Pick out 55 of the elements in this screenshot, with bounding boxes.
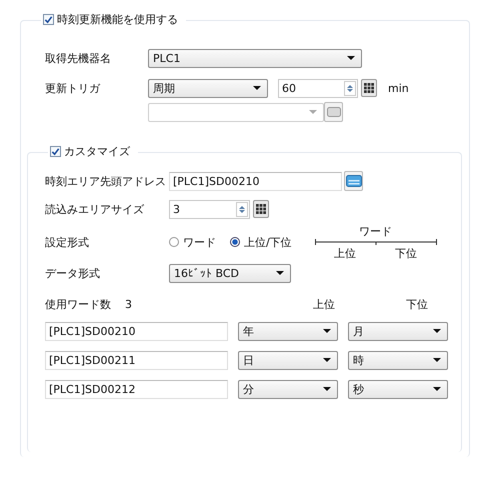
caret-icon <box>253 86 261 90</box>
device-dropdown[interactable]: PLC1 <box>148 48 362 68</box>
upper-dropdown[interactable]: 年 <box>238 322 338 340</box>
device-picker-icon[interactable] <box>324 102 343 122</box>
trigger-dropdown[interactable]: 周期 <box>148 78 268 98</box>
checkbox-label: 時刻更新機能を使用する <box>57 12 178 27</box>
keypad-icon[interactable] <box>253 200 269 218</box>
caret-icon <box>323 358 331 362</box>
column-heading: 下位 <box>404 296 429 312</box>
caret-icon <box>433 329 441 333</box>
spin-arrows-icon <box>344 80 356 96</box>
word-count-value: 3 <box>125 298 133 310</box>
interval-spinbox[interactable]: 60 <box>278 78 358 98</box>
caret-icon <box>347 56 355 60</box>
field-label: 読込みエリアサイズ <box>45 202 145 216</box>
checkbox-icon[interactable] <box>50 146 61 157</box>
field-label: 更新トリガ <box>45 80 102 96</box>
caret-icon <box>433 387 441 391</box>
field-label: データ形式 <box>45 266 101 280</box>
caret-icon <box>276 271 284 275</box>
checkbox-icon[interactable] <box>43 14 54 25</box>
upper-dropdown[interactable]: 日 <box>238 350 338 370</box>
upper-dropdown[interactable]: 分 <box>238 380 338 398</box>
word-count-label: 使用ワード数 <box>45 296 111 312</box>
device-picker-icon[interactable] <box>344 171 363 191</box>
caret-icon <box>433 358 441 362</box>
diagram-label: 下位 <box>395 246 418 260</box>
spin-arrows-icon <box>236 202 248 216</box>
address-field[interactable]: [PLC1]SD00212 <box>45 380 228 398</box>
enable-checkbox[interactable]: 時刻更新機能を使用する <box>41 12 186 27</box>
unit-label: min <box>388 82 409 94</box>
diagram-label: ワード <box>359 224 392 238</box>
caret-icon <box>323 329 331 333</box>
field-label: 時刻エリア先頭アドレス <box>45 174 167 188</box>
lower-dropdown[interactable]: 秒 <box>348 380 448 398</box>
format-radio[interactable]: 上位/下位 <box>230 234 292 250</box>
caret-icon <box>323 387 331 391</box>
lower-dropdown[interactable]: 時 <box>348 350 448 370</box>
checkbox-label: カスタマイズ <box>64 144 130 159</box>
diagram-label: 上位 <box>334 246 356 260</box>
data-format-dropdown[interactable]: 16ﾋﾞｯﾄ BCD <box>169 264 291 282</box>
field-label: 取得先機器名 <box>45 50 112 66</box>
keypad-icon[interactable] <box>361 79 377 97</box>
address-field[interactable]: [PLC1]SD00210 <box>169 172 342 190</box>
caret-icon <box>309 110 317 114</box>
lower-dropdown[interactable]: 月 <box>348 322 448 340</box>
column-heading: 上位 <box>312 296 336 312</box>
customize-checkbox[interactable]: カスタマイズ <box>48 144 138 159</box>
field-label: 設定形式 <box>45 234 90 250</box>
format-radio[interactable]: ワード <box>169 234 216 250</box>
radio-icon[interactable] <box>230 237 240 247</box>
address-field[interactable]: [PLC1]SD00211 <box>45 350 228 370</box>
size-spinbox[interactable]: 3 <box>169 200 250 218</box>
radio-icon[interactable] <box>169 237 179 247</box>
address-field[interactable]: [PLC1]SD00210 <box>45 322 228 340</box>
